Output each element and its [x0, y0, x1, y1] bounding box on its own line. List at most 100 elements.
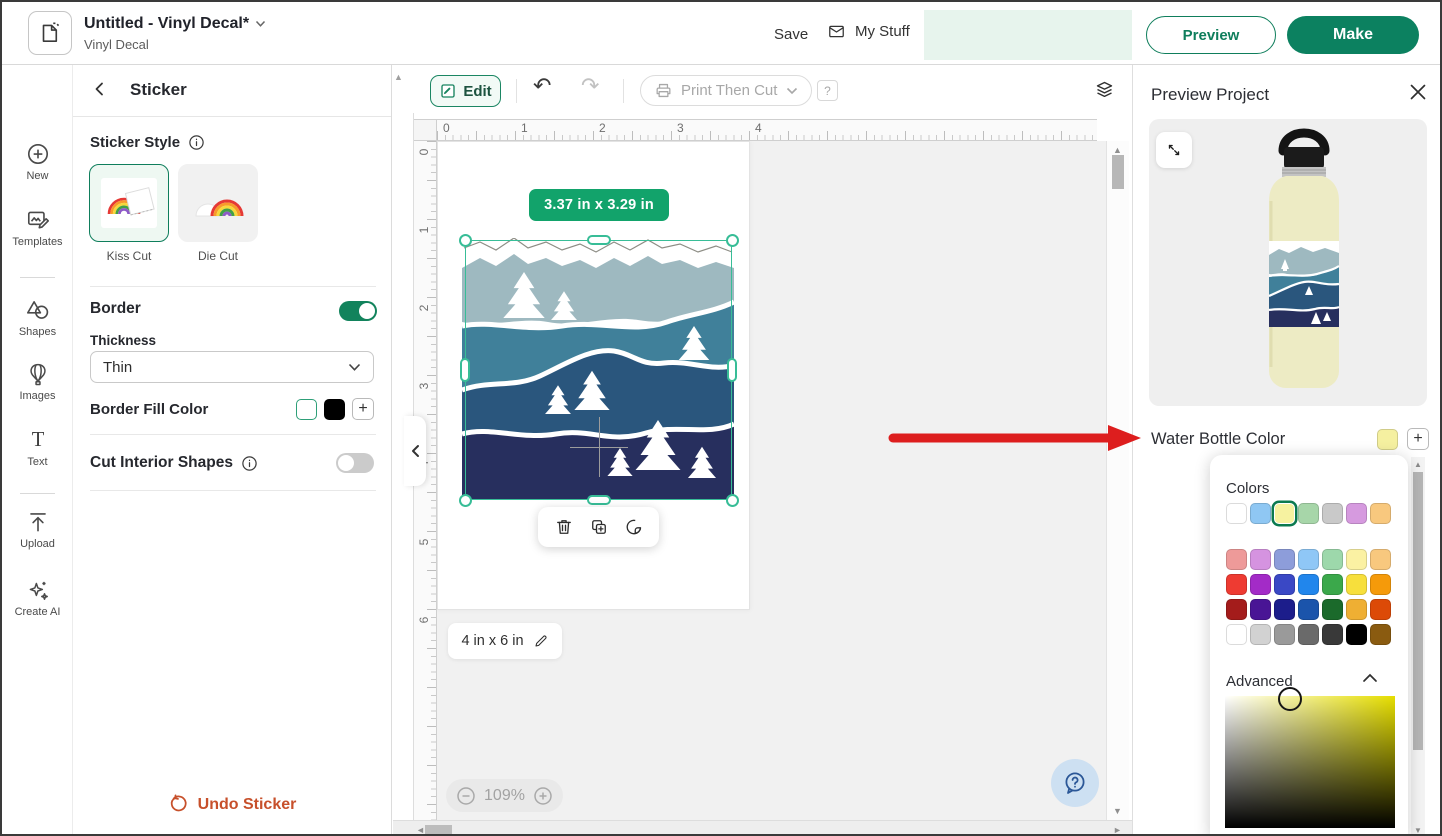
color-swatch[interactable] [1226, 599, 1247, 620]
color-swatch[interactable] [1346, 549, 1367, 570]
zoom-in-button[interactable] [533, 786, 553, 806]
selection-handle-top-right[interactable] [726, 234, 739, 247]
color-swatch[interactable] [1250, 599, 1271, 620]
scrollbar-thumb[interactable] [1413, 472, 1423, 750]
sidebar-item-text[interactable]: T Text [2, 427, 73, 468]
color-swatch[interactable] [1274, 599, 1295, 620]
my-stuff-button[interactable]: My Stuff [826, 22, 910, 41]
selection-handle-bottom-left[interactable] [459, 494, 472, 507]
color-swatch[interactable] [1322, 624, 1343, 645]
color-swatch[interactable] [1346, 574, 1367, 595]
color-swatch[interactable] [1370, 549, 1391, 570]
selection-box[interactable] [465, 240, 732, 500]
canvas-vertical-scrollbar[interactable]: ▲ ▼ [1106, 141, 1129, 820]
quick-color-swatch[interactable] [1226, 503, 1247, 524]
add-bottle-color-button[interactable]: + [1407, 428, 1429, 450]
quick-color-swatch[interactable] [1322, 503, 1343, 524]
delete-button[interactable] [554, 517, 574, 537]
color-swatch[interactable] [1298, 549, 1319, 570]
save-button[interactable]: Save [774, 26, 808, 43]
color-swatch[interactable] [1322, 574, 1343, 595]
preview-button[interactable]: Preview [1146, 16, 1276, 54]
quick-color-swatch[interactable] [1274, 503, 1295, 524]
border-toggle[interactable] [339, 301, 377, 321]
sticker-options-button[interactable] [624, 517, 644, 537]
sticker-style-die-cut[interactable]: Die Cut [178, 164, 258, 263]
scroll-down-arrow[interactable]: ▼ [1414, 826, 1422, 835]
sidebar-item-images[interactable]: Images [2, 361, 73, 402]
popup-scrollbar[interactable]: ▲ ▼ [1411, 457, 1425, 836]
selection-handle-bottom[interactable] [587, 495, 611, 505]
color-swatch[interactable] [1226, 624, 1247, 645]
scroll-up-arrow[interactable]: ▲ [1113, 145, 1122, 155]
project-document-button[interactable] [28, 11, 72, 55]
scroll-up-arrow[interactable]: ▲ [1414, 460, 1422, 469]
border-fill-swatch[interactable] [296, 399, 317, 420]
color-swatch[interactable] [1274, 549, 1295, 570]
advanced-gradient-picker[interactable] [1225, 696, 1395, 828]
selection-handle-left[interactable] [460, 358, 470, 382]
color-swatch[interactable] [1298, 624, 1319, 645]
water-bottle-current-color[interactable] [1377, 429, 1398, 450]
quick-color-swatch[interactable] [1250, 503, 1271, 524]
info-icon[interactable] [188, 134, 205, 151]
gradient-picker-handle[interactable] [1278, 687, 1302, 711]
selection-handle-top[interactable] [587, 235, 611, 245]
scroll-right-arrow[interactable]: ► [1113, 825, 1122, 835]
sticker-style-kiss-cut[interactable]: Kiss Cut [89, 164, 169, 263]
info-icon[interactable] [241, 455, 258, 472]
sidebar-item-new[interactable]: New [2, 141, 73, 182]
project-title[interactable]: Untitled - Vinyl Decal* [84, 15, 266, 33]
make-button[interactable]: Make [1287, 16, 1419, 54]
color-swatch[interactable] [1298, 599, 1319, 620]
color-swatch[interactable] [1370, 574, 1391, 595]
scrollbar-thumb[interactable] [425, 825, 452, 835]
redo-button[interactable]: ↷ [581, 73, 599, 99]
color-swatch[interactable] [1346, 599, 1367, 620]
cut-interior-toggle[interactable] [336, 453, 374, 473]
duplicate-button[interactable] [589, 517, 609, 537]
color-swatch[interactable] [1226, 574, 1247, 595]
color-swatch[interactable] [1298, 574, 1319, 595]
zoom-out-button[interactable] [456, 786, 476, 806]
sidebar-item-shapes[interactable]: Shapes [2, 297, 73, 338]
color-swatch[interactable] [1370, 624, 1391, 645]
sidebar-item-create-ai[interactable]: Create AI [2, 577, 73, 618]
mat-size-label[interactable]: 4 in x 6 in [448, 623, 562, 659]
panel-scroll-up-arrow[interactable]: ▲ [394, 72, 403, 82]
close-icon[interactable] [1409, 83, 1427, 101]
layers-icon[interactable] [1094, 79, 1115, 100]
color-swatch[interactable] [1250, 549, 1271, 570]
add-border-color-button[interactable]: + [352, 398, 374, 420]
quick-color-swatch[interactable] [1346, 503, 1367, 524]
selection-handle-bottom-right[interactable] [726, 494, 739, 507]
color-swatch[interactable] [1226, 549, 1247, 570]
canvas-viewport[interactable]: 3.37 in x 3.29 in [437, 141, 1106, 820]
color-swatch[interactable] [1274, 624, 1295, 645]
color-swatch[interactable] [1346, 624, 1367, 645]
color-swatch[interactable] [1250, 624, 1271, 645]
quick-color-swatch[interactable] [1370, 503, 1391, 524]
thickness-select[interactable]: Thin [90, 351, 374, 383]
color-swatch[interactable] [1322, 599, 1343, 620]
color-swatch[interactable] [1322, 549, 1343, 570]
canvas-horizontal-scrollbar[interactable]: ◄ ► [393, 820, 1132, 836]
sidebar-item-upload[interactable]: Upload [2, 509, 73, 550]
undo-button[interactable]: ↶ [533, 73, 551, 99]
expand-icon[interactable] [1156, 132, 1192, 168]
quick-color-swatch[interactable] [1298, 503, 1319, 524]
color-swatch[interactable] [1370, 599, 1391, 620]
back-chevron-icon[interactable] [91, 80, 109, 98]
help-tooltip-button[interactable]: ? [817, 80, 838, 101]
scroll-left-arrow[interactable]: ◄ [416, 825, 425, 835]
scroll-down-arrow[interactable]: ▼ [1113, 806, 1122, 816]
help-button[interactable] [1051, 759, 1099, 807]
sidebar-item-templates[interactable]: Templates [2, 207, 73, 248]
undo-sticker-button[interactable]: Undo Sticker [73, 794, 391, 815]
color-swatch[interactable] [1250, 574, 1271, 595]
border-fill-swatch[interactable] [324, 399, 345, 420]
selection-handle-top-left[interactable] [459, 234, 472, 247]
chevron-up-icon[interactable] [1362, 673, 1378, 683]
selection-handle-right[interactable] [727, 358, 737, 382]
color-swatch[interactable] [1274, 574, 1295, 595]
